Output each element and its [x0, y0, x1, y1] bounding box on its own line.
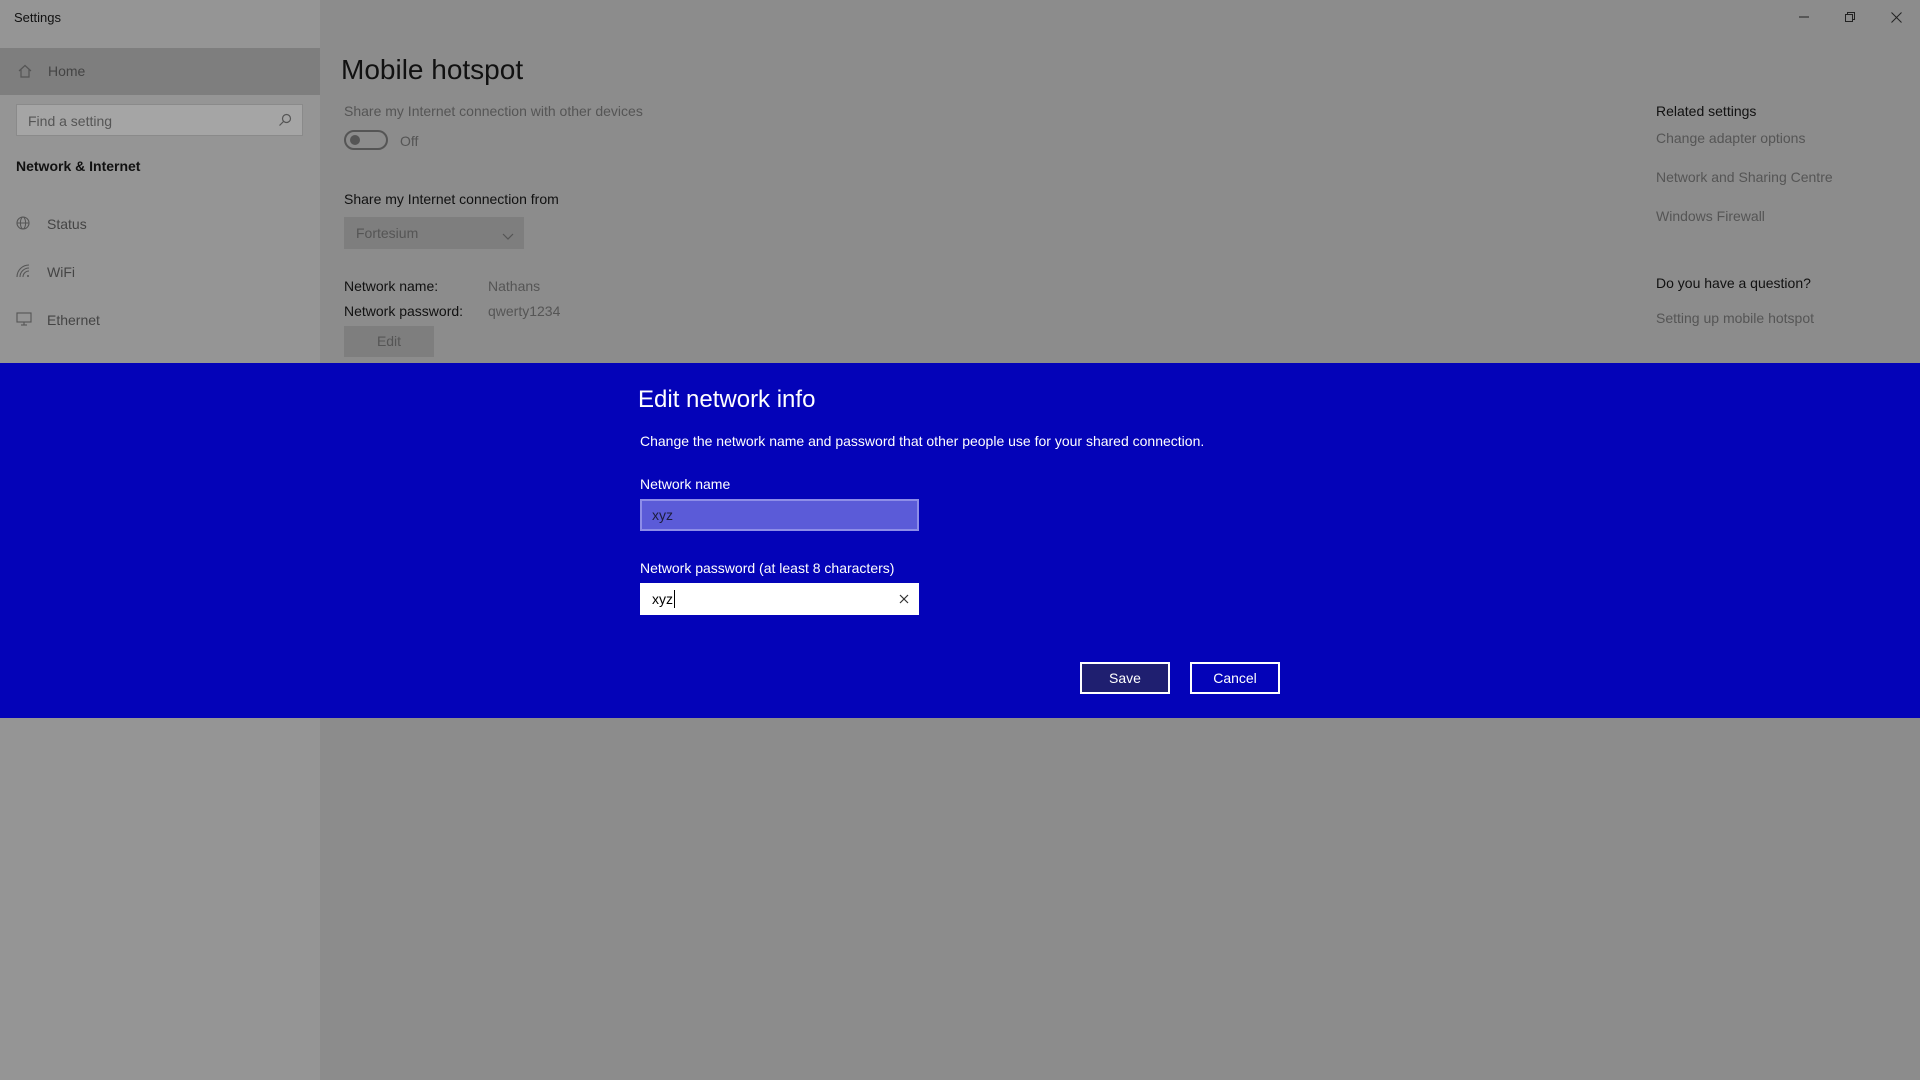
network-password-value: qwerty1234 [488, 303, 561, 319]
sidebar-item-label: Status [47, 216, 87, 232]
sidebar-item-label: Home [48, 63, 86, 79]
related-settings-heading: Related settings [1656, 103, 1757, 119]
ethernet-icon [15, 311, 33, 332]
clear-input-button[interactable] [897, 592, 911, 606]
search-placeholder: Find a setting [28, 113, 113, 129]
toggle-state-label: Off [400, 133, 419, 149]
wifi-icon [15, 263, 31, 284]
network-name-input-value: xyz [652, 507, 673, 523]
sidebar-item-status[interactable]: Status [0, 204, 320, 244]
network-name-input[interactable]: xyz [640, 499, 919, 531]
window-title: Settings [14, 10, 61, 25]
change-adapter-options-link[interactable]: Change adapter options [1656, 130, 1805, 146]
setting-up-hotspot-link[interactable]: Setting up mobile hotspot [1656, 310, 1814, 326]
close-icon [1890, 11, 1902, 23]
hotspot-toggle[interactable] [344, 130, 388, 150]
page-title: Mobile hotspot [341, 54, 524, 85]
sidebar-item-home[interactable]: Home [0, 48, 320, 95]
network-password-input-value: xyz [652, 591, 673, 607]
restore-icon [1845, 12, 1855, 22]
network-password-field-label: Network password (at least 8 characters) [640, 560, 895, 576]
sidebar-item-label: Ethernet [47, 312, 100, 328]
network-password-input[interactable]: xyz [640, 583, 919, 615]
sidebar-item-wifi[interactable]: WiFi [0, 252, 320, 292]
edit-network-dialog: Edit network info Change the network nam… [0, 363, 1920, 718]
share-with-label: Share my Internet connection with other … [344, 103, 643, 119]
network-name-value: Nathans [488, 278, 541, 294]
share-from-dropdown[interactable]: Fortesium [344, 217, 524, 249]
minimize-button[interactable] [1781, 0, 1827, 34]
search-input[interactable]: Find a setting [16, 104, 303, 136]
network-sharing-centre-link[interactable]: Network and Sharing Centre [1656, 169, 1833, 185]
share-from-label: Share my Internet connection from [344, 191, 559, 207]
search-icon[interactable] [278, 113, 292, 132]
close-icon [899, 594, 909, 604]
edit-button[interactable]: Edit [344, 326, 434, 357]
sidebar-item-label: WiFi [47, 264, 75, 280]
windows-firewall-link[interactable]: Windows Firewall [1656, 208, 1765, 224]
toggle-knob [350, 135, 360, 145]
network-name-field-label: Network name [640, 476, 731, 492]
save-button[interactable]: Save [1080, 662, 1170, 694]
home-icon [17, 63, 33, 84]
section-title: Network & Internet [16, 158, 141, 174]
restore-button[interactable] [1827, 0, 1873, 34]
network-password-label: Network password: [344, 303, 464, 319]
chevron-down-icon [502, 228, 514, 246]
question-heading: Do you have a question? [1656, 275, 1811, 291]
minimize-icon [1799, 16, 1809, 18]
dropdown-value: Fortesium [356, 225, 419, 241]
title-bar: Settings [0, 0, 1920, 34]
sidebar-item-ethernet[interactable]: Ethernet [0, 300, 320, 340]
dialog-description: Change the network name and password tha… [640, 433, 1205, 449]
text-caret [674, 590, 675, 608]
cancel-button[interactable]: Cancel [1190, 662, 1280, 694]
close-button[interactable] [1873, 0, 1919, 34]
network-name-label: Network name: [344, 278, 439, 294]
dialog-title: Edit network info [638, 386, 816, 413]
globe-icon [15, 215, 31, 236]
